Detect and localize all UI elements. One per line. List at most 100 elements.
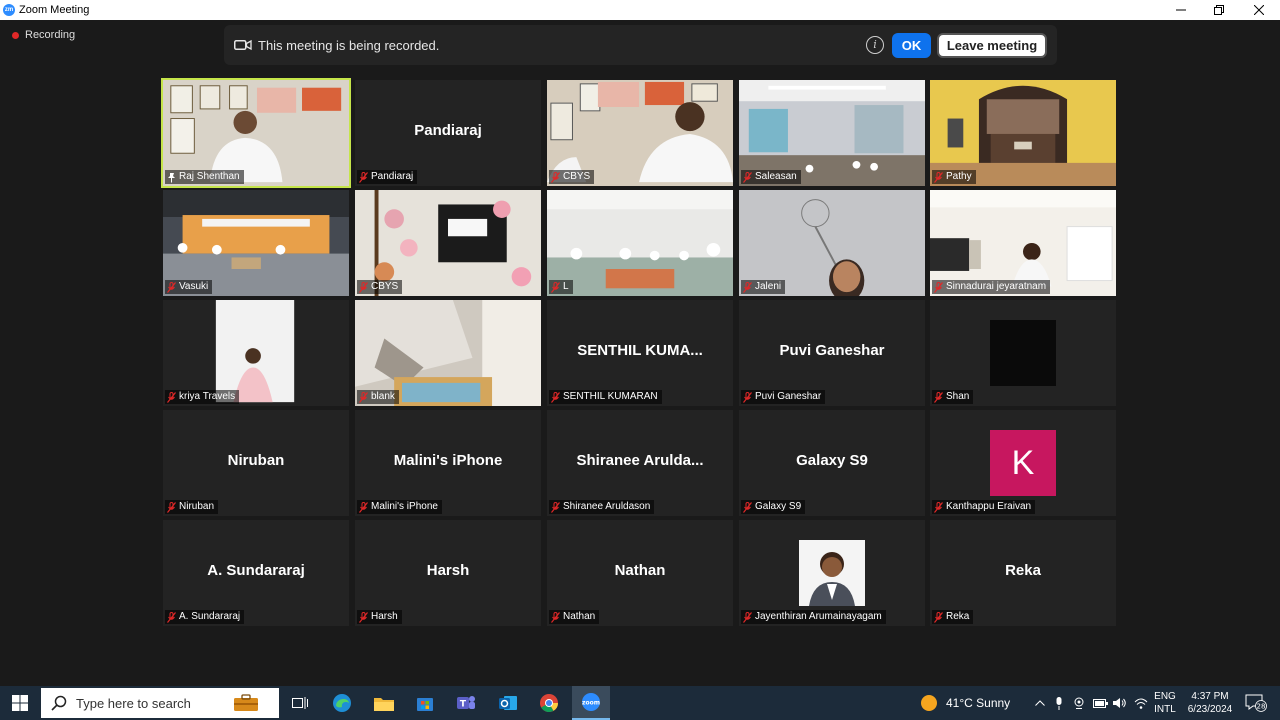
teams-icon: T: [457, 696, 475, 710]
participant-tile[interactable]: Vasuki: [163, 190, 349, 296]
volume-tray-button[interactable]: [1111, 686, 1129, 720]
participant-tile[interactable]: A. Sundararaj A. Sundararaj: [163, 520, 349, 626]
muted-mic-icon: [743, 501, 752, 513]
participant-video: [547, 190, 733, 296]
wifi-icon: [1134, 698, 1148, 709]
participant-name: Shan: [946, 391, 970, 402]
muted-mic-icon: [551, 281, 560, 293]
muted-mic-icon: [551, 391, 560, 403]
language-indicator[interactable]: ENG INTL: [1150, 686, 1180, 720]
participant-tile[interactable]: Reka Reka: [930, 520, 1116, 626]
participant-tile[interactable]: Shan: [930, 300, 1116, 406]
participant-name-label: Sinnadurai jeyaratnam: [932, 280, 1051, 294]
battery-tray-button[interactable]: [1091, 686, 1109, 720]
taskbar-store[interactable]: [408, 686, 442, 720]
participant-name: Pandiaraj: [371, 171, 414, 182]
participant-tile[interactable]: Harsh Harsh: [355, 520, 541, 626]
participant-name: Reka: [946, 611, 970, 622]
participant-name: CBYS: [563, 171, 591, 182]
participant-name: Jayenthiran Arumainayagam: [755, 611, 882, 622]
clock-time: 4:37 PM: [1191, 691, 1229, 702]
muted-mic-icon: [743, 611, 752, 623]
clock[interactable]: 4:37 PM 6/23/2024: [1180, 686, 1240, 720]
participant-name-label: Nathan: [549, 610, 600, 624]
participant-tile[interactable]: Pathy: [930, 80, 1116, 186]
participant-tile[interactable]: Puvi Ganeshar Puvi Ganeshar: [739, 300, 925, 406]
participant-display-name: Malini's iPhone: [393, 452, 503, 469]
weather-widget[interactable]: 41°C Sunny: [920, 686, 1020, 720]
camera-tray-button[interactable]: [1071, 686, 1087, 720]
taskbar-zoom[interactable]: zoom: [572, 686, 610, 720]
participant-tile[interactable]: Galaxy S9 Galaxy S9: [739, 410, 925, 516]
participant-tile[interactable]: Jaleni: [739, 190, 925, 296]
start-button[interactable]: [0, 686, 40, 720]
participant-tile[interactable]: SENTHIL KUMA... SENTHIL KUMARAN: [547, 300, 733, 406]
participant-name: Pathy: [946, 171, 972, 182]
video-camera-icon: [234, 39, 252, 51]
participant-display-name: Niruban: [227, 452, 285, 469]
participant-name-label: CBYS: [357, 280, 403, 294]
clock-date: 6/23/2024: [1187, 704, 1233, 715]
participant-name-label: Harsh: [357, 610, 402, 624]
edge-browser-icon: [333, 694, 351, 712]
participant-tile[interactable]: Malini's iPhone Malini's iPhone: [355, 410, 541, 516]
participant-name: Puvi Ganeshar: [755, 391, 822, 402]
muted-mic-icon: [934, 501, 943, 513]
info-icon[interactable]: i: [866, 36, 884, 54]
meeting-area: Recording This meeting is being recorded…: [0, 20, 1280, 686]
participant-tile[interactable]: kriya Travels: [163, 300, 349, 406]
participant-display-name: Puvi Ganeshar: [779, 342, 885, 359]
participant-tile[interactable]: Raj Shenthan: [161, 78, 351, 188]
close-icon: [1254, 5, 1264, 15]
participant-name: Sinnadurai jeyaratnam: [946, 281, 1047, 292]
taskbar-chrome[interactable]: [532, 686, 566, 720]
participant-tile[interactable]: Pandiaraj Pandiaraj: [355, 80, 541, 186]
window-title: Zoom Meeting: [19, 4, 90, 16]
participant-name-label: Reka: [932, 610, 974, 624]
taskbar-outlook[interactable]: [491, 686, 525, 720]
muted-mic-icon: [167, 391, 176, 403]
recording-indicator[interactable]: Recording: [12, 29, 75, 41]
muted-mic-icon: [359, 171, 368, 183]
participant-name-label: Niruban: [165, 500, 219, 514]
taskbar-edge[interactable]: [325, 686, 359, 720]
notification-center-button[interactable]: 28: [1242, 686, 1270, 720]
participant-tile[interactable]: blank: [355, 300, 541, 406]
participant-display-name: Harsh: [426, 562, 470, 579]
ok-button[interactable]: OK: [892, 33, 931, 58]
muted-mic-icon: [359, 391, 368, 403]
taskbar-file-explorer[interactable]: [367, 686, 401, 720]
participant-tile[interactable]: L: [547, 190, 733, 296]
chrome-icon: [540, 694, 558, 713]
profile-photo: [799, 540, 865, 606]
taskbar-search-box[interactable]: Type here to search: [41, 688, 279, 718]
participant-tile[interactable]: Sinnadurai jeyaratnam: [930, 190, 1116, 296]
taskbar-teams[interactable]: T: [449, 686, 483, 720]
participant-tile[interactable]: CBYS: [355, 190, 541, 296]
close-button[interactable]: [1240, 0, 1278, 20]
participant-display-name: Nathan: [614, 562, 666, 579]
speaker-icon: [1113, 698, 1126, 708]
minimize-button[interactable]: [1162, 0, 1200, 20]
participant-name-label: Malini's iPhone: [357, 500, 442, 514]
participant-tile[interactable]: Shiranee Arulda... Shiranee Aruldason: [547, 410, 733, 516]
minimize-icon: [1176, 9, 1186, 11]
participant-tile[interactable]: Nathan Nathan: [547, 520, 733, 626]
microphone-tray-button[interactable]: [1052, 686, 1066, 720]
participant-tile[interactable]: Saleasan: [739, 80, 925, 186]
participant-tile[interactable]: Niruban Niruban: [163, 410, 349, 516]
muted-mic-icon: [551, 611, 560, 623]
task-view-button[interactable]: [283, 686, 317, 720]
participant-tile[interactable]: K Kanthappu Eraivan: [930, 410, 1116, 516]
network-tray-button[interactable]: [1132, 686, 1150, 720]
participant-tile[interactable]: CBYS: [547, 80, 733, 186]
participant-tile[interactable]: Jayenthiran Arumainayagam: [739, 520, 925, 626]
leave-meeting-button[interactable]: Leave meeting: [937, 33, 1047, 58]
restore-button[interactable]: [1200, 0, 1238, 20]
muted-mic-icon: [551, 501, 560, 513]
show-hidden-icons-button[interactable]: [1032, 686, 1048, 720]
participant-name-label: Kanthappu Eraivan: [932, 500, 1036, 514]
svg-text:T: T: [460, 700, 467, 710]
participant-display-name: Galaxy S9: [796, 452, 868, 469]
windows-taskbar: Type here to search T zoom 41°C Sunny EN…: [0, 686, 1280, 720]
